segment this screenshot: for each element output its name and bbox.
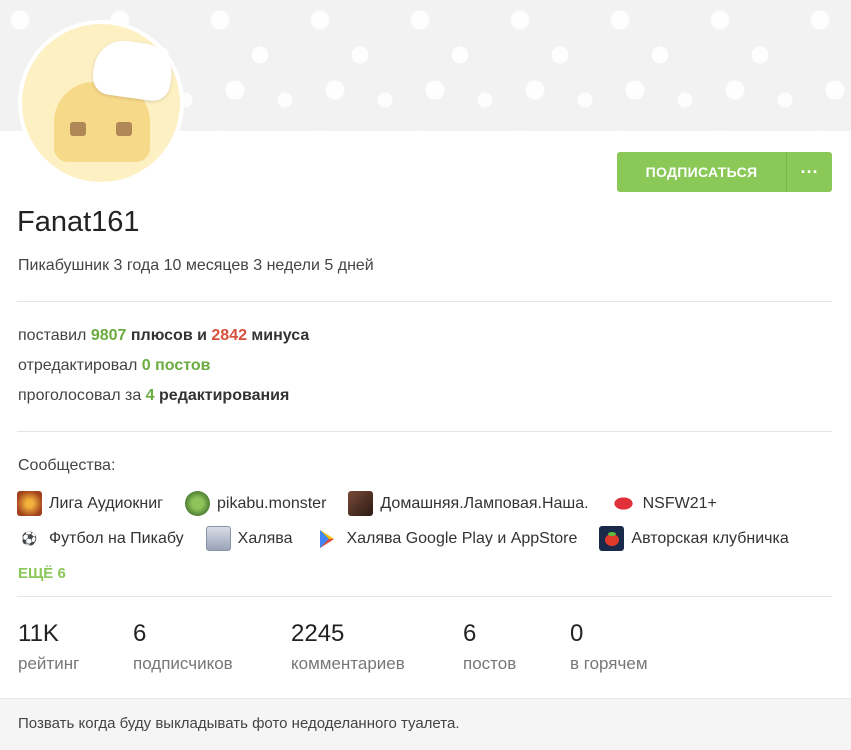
stat-subscribers[interactable]: 6 подписчиков: [133, 620, 233, 674]
more-communities-link[interactable]: ЕЩЁ 6: [18, 565, 66, 582]
stat-value: 0: [570, 620, 584, 647]
communities-title: Сообщества:: [18, 457, 116, 474]
community-link[interactable]: pikabu.monster: [185, 491, 326, 516]
edits-prefix: отредактировал: [18, 357, 142, 374]
stat-posts[interactable]: 6 постов: [463, 620, 516, 674]
edit-votes-suffix: редактирования: [154, 387, 290, 404]
toast-eye-left: [70, 122, 86, 136]
profile-note: Позвать когда буду выкладывать фото недо…: [0, 698, 851, 750]
strawberry-icon: [599, 526, 625, 551]
stat-value: 2245: [291, 620, 345, 647]
stat-label: комментариев: [291, 654, 405, 673]
subscribe-group: ПОДПИСАТЬСЯ ···: [617, 152, 832, 192]
activity-edits: отредактировал 0 постов: [18, 357, 211, 375]
activity-edit-votes: проголосовал за 4 редактирования: [18, 387, 289, 405]
avatar[interactable]: [18, 20, 184, 186]
community-link[interactable]: Лига Аудиокниг: [17, 491, 163, 516]
votes-prefix: поставил: [18, 327, 91, 344]
chef-hat: [90, 36, 176, 104]
stat-value: 6: [133, 620, 147, 647]
community-name: Домашняя.Ламповая.Наша.: [380, 494, 589, 512]
freebie-icon: [205, 526, 231, 551]
stat-label: рейтинг: [18, 654, 80, 673]
edits-link[interactable]: 0 постов: [142, 357, 211, 374]
audiobook-icon: [17, 491, 42, 516]
toast-eye-right: [116, 122, 132, 136]
stat-hot[interactable]: 0 в горячем: [570, 620, 648, 674]
stat-comments[interactable]: 2245 комментариев: [291, 620, 405, 674]
community-name: Футбол на Пикабу: [49, 529, 184, 547]
pluses-count: 9807: [90, 327, 127, 344]
community-link[interactable]: ⚽ Футбол на Пикабу: [17, 526, 184, 551]
divider: [17, 431, 832, 432]
community-link[interactable]: Халява Google Play и AppStore: [314, 526, 577, 551]
stat-label: подписчиков: [133, 654, 233, 673]
stat-value: 6: [463, 620, 477, 647]
community-link[interactable]: NSFW21+: [610, 491, 717, 516]
community-name: Лига Аудиокниг: [49, 494, 164, 512]
more-options-button[interactable]: ···: [786, 152, 832, 192]
note-text: Позвать когда буду выкладывать фото недо…: [18, 715, 460, 732]
community-name: Халява Google Play и AppStore: [346, 529, 578, 547]
activity-votes: поставил 9807 плюсов и 2842 минуса: [18, 327, 309, 345]
stat-value: 11K: [18, 620, 59, 647]
stat-rating: 11K рейтинг: [18, 620, 79, 674]
divider: [17, 301, 832, 302]
stat-label: в горячем: [570, 654, 648, 673]
stat-label: постов: [463, 654, 517, 673]
edit-votes-count: 4: [145, 387, 155, 404]
football-icon: ⚽: [17, 526, 42, 551]
community-link[interactable]: Халява: [205, 526, 293, 551]
community-name: NSFW21+: [642, 494, 717, 512]
subscribe-button[interactable]: ПОДПИСАТЬСЯ: [617, 152, 786, 192]
community-link[interactable]: Домашняя.Ламповая.Наша.: [348, 491, 589, 516]
edit-votes-prefix: проголосовал за: [18, 387, 146, 404]
community-name: Авторская клубничка: [631, 529, 789, 547]
community-name: Халява: [237, 529, 293, 547]
communities-row-2: ⚽ Футбол на Пикабу Халява Халява Google …: [17, 526, 811, 551]
play-store-icon: [314, 526, 340, 551]
lips-icon: [610, 491, 636, 516]
home-icon: [348, 491, 374, 516]
community-name: pikabu.monster: [217, 494, 327, 512]
divider: [17, 596, 832, 597]
username: Fanat161: [17, 206, 140, 238]
community-link[interactable]: Авторская клубничка: [599, 526, 789, 551]
votes-middle: плюсов и: [126, 327, 212, 344]
minuses-count: 2842: [211, 327, 247, 344]
avatar-image: [22, 24, 180, 182]
tenure-text: Пикабушник 3 года 10 месяцев 3 недели 5 …: [18, 257, 374, 274]
communities-row-1: Лига Аудиокниг pikabu.monster Домашняя.Л…: [17, 491, 739, 516]
monster-icon: [185, 491, 211, 516]
votes-suffix: минуса: [246, 327, 310, 344]
